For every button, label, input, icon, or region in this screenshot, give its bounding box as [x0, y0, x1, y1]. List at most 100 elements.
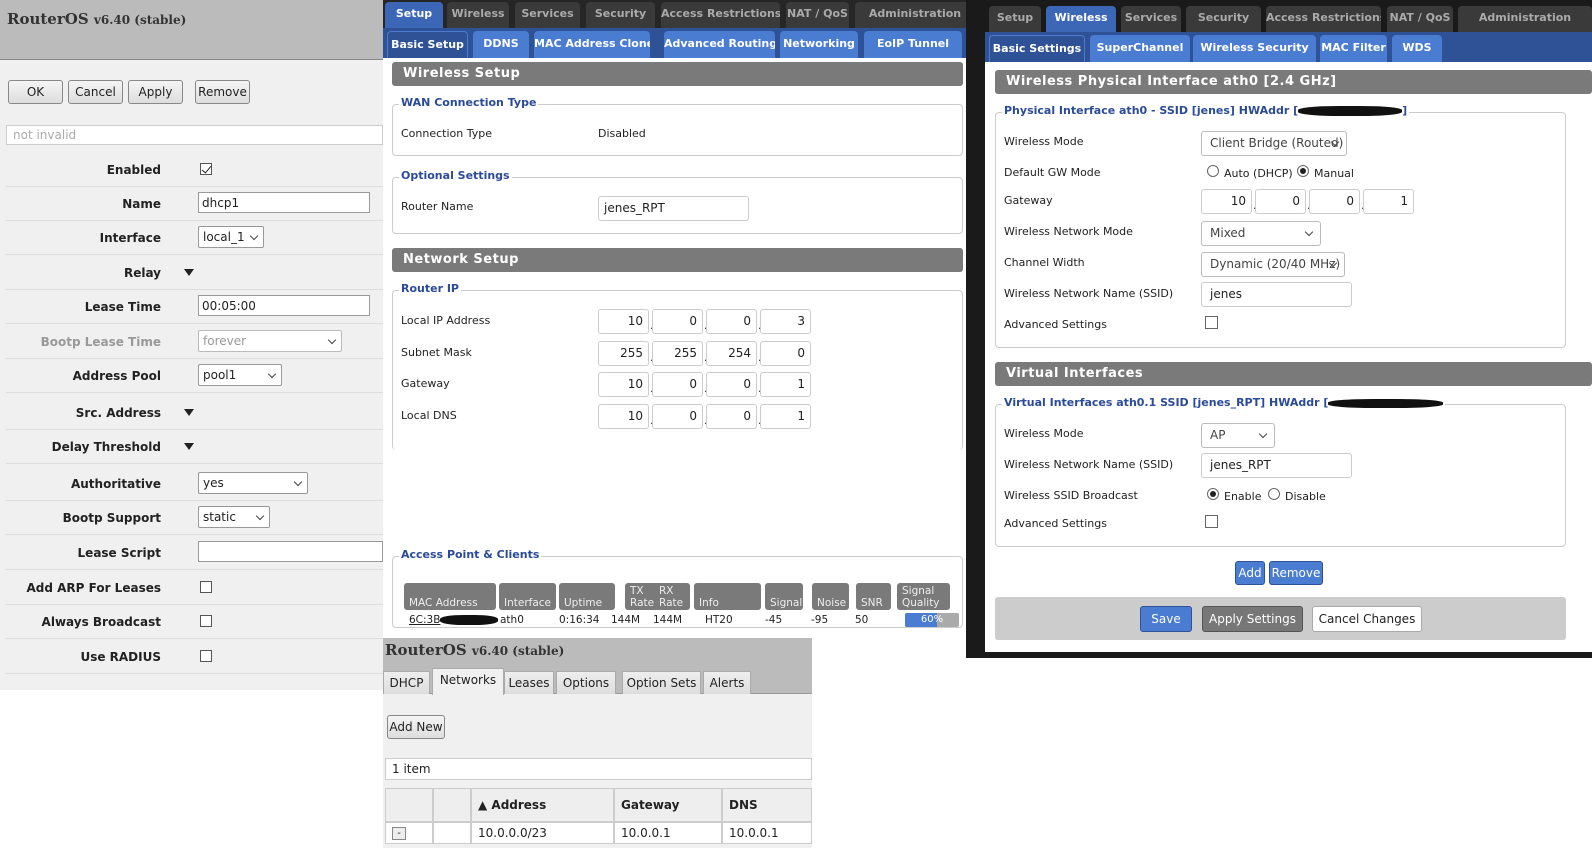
apply-button[interactable]: Apply [128, 80, 183, 104]
subtab-wireless-security[interactable]: Wireless Security [1193, 35, 1316, 62]
lease-time-input[interactable]: 00:05:00 [198, 295, 370, 316]
network-mode-select[interactable]: Mixed [1201, 221, 1321, 246]
tab-nat-qos[interactable]: NAT / QoS [1387, 6, 1453, 32]
add-virtual-interface-button[interactable]: Add [1235, 561, 1265, 585]
tab-alerts[interactable]: Alerts [703, 671, 751, 694]
local-dns-octet-4[interactable]: 1 [760, 403, 811, 429]
radio-label: Manual [1314, 167, 1354, 180]
legend-end: ] [1402, 104, 1408, 117]
local-dns-octet-2[interactable]: 0 [652, 403, 703, 429]
row-remove-button[interactable]: - [392, 827, 406, 840]
gateway-octet-2[interactable]: 0 [1255, 189, 1306, 214]
gw-manual-radio[interactable] [1297, 165, 1309, 177]
tab-leases[interactable]: Leases [504, 671, 554, 694]
gateway-octet-1[interactable]: 10 [598, 372, 649, 397]
subtab-eoip-tunnel[interactable]: EoIP Tunnel [864, 31, 962, 58]
tab-setup[interactable]: Setup [989, 6, 1041, 32]
virtual-advanced-checkbox[interactable] [1205, 515, 1218, 528]
subnet-mask-octet-1[interactable]: 255 [598, 340, 649, 366]
local-ip-address-octet-2[interactable]: 0 [652, 309, 703, 334]
wireless-mode-select[interactable]: Client Bridge (Routed) [1201, 131, 1347, 156]
tab-networks[interactable]: Networks [432, 668, 504, 695]
channel-width-select[interactable]: Dynamic (20/40 MHz) [1201, 252, 1345, 277]
tab-nat-qos[interactable]: NAT / QoS [786, 2, 849, 28]
local-ip-address-octet-3[interactable]: 0 [706, 309, 757, 334]
virtual-ssid-input[interactable]: jenes_RPT [1201, 453, 1352, 478]
subtab-basic-setup[interactable]: Basic Setup [387, 31, 468, 58]
use-radius-checkbox[interactable] [200, 650, 212, 662]
local-dns-octet-1[interactable]: 10 [598, 403, 649, 429]
subnet-mask-octet-2[interactable]: 255 [652, 340, 703, 366]
gateway-octet-4[interactable]: 1 [760, 372, 811, 397]
address-cell[interactable]: 10.0.0.0/23 [471, 822, 614, 844]
delay-threshold-expand-icon[interactable] [184, 443, 194, 450]
tab-wireless[interactable]: Wireless [447, 2, 509, 28]
virtual-mode-select[interactable]: AP [1201, 423, 1275, 448]
column-header-dns[interactable]: DNS Servers [722, 788, 812, 844]
gw-auto-radio[interactable] [1207, 165, 1219, 177]
cancel-button[interactable]: Cancel [68, 80, 123, 104]
add-new-button[interactable]: Add New [387, 715, 445, 739]
tab-services[interactable]: Services [515, 2, 580, 28]
redaction-scribble [1328, 398, 1444, 408]
tab-security[interactable]: Security [586, 2, 655, 28]
enabled-checkbox[interactable] [200, 163, 212, 175]
cancel-changes-button[interactable]: Cancel Changes [1312, 606, 1422, 632]
tab-options[interactable]: Options [556, 671, 616, 694]
tab-dhcp[interactable]: DHCP [383, 671, 430, 694]
interface-select[interactable]: local_1 [198, 226, 264, 248]
legend: WAN Connection Type [399, 96, 539, 109]
subtab-basic-settings[interactable]: Basic Settings [989, 35, 1085, 62]
local-dns-octet-3[interactable]: 0 [706, 403, 757, 429]
add-arp-for-leases-checkbox[interactable] [200, 581, 212, 593]
subtab-networking[interactable]: Networking [780, 31, 858, 58]
tab-administration[interactable]: Administration [1458, 6, 1592, 32]
tab-wireless[interactable]: Wireless [1046, 6, 1116, 32]
router-name-input[interactable]: jenes_RPT [598, 196, 749, 221]
relay-expand-icon[interactable] [184, 269, 194, 276]
subnet-mask-octet-3[interactable]: 254 [706, 340, 757, 366]
subtab-mac-filter[interactable]: MAC Filter [1320, 35, 1387, 62]
save-button[interactable]: Save [1140, 606, 1192, 632]
address-pool-select[interactable]: pool1 [198, 364, 282, 386]
tab-access-restrictions[interactable]: Access Restrictions [1266, 6, 1381, 32]
gateway-octet-3[interactable]: 0 [1309, 189, 1360, 214]
remove-button[interactable]: Remove [195, 80, 250, 104]
tab-services[interactable]: Services [1121, 6, 1181, 32]
field-label: Authoritative [70, 477, 161, 491]
ok-button[interactable]: OK [8, 80, 63, 104]
subnet-mask-octet-4[interactable]: 0 [760, 340, 811, 366]
ssid-input[interactable]: jenes [1201, 282, 1352, 307]
src-address-expand-icon[interactable] [184, 409, 194, 416]
bootp-support-select[interactable]: static [198, 506, 270, 528]
tab-option-sets[interactable]: Option Sets [622, 671, 701, 694]
tab-access-restrictions[interactable]: Access Restrictions [661, 2, 780, 28]
gateway-octet-3[interactable]: 0 [706, 372, 757, 397]
name-input[interactable]: dhcp1 [198, 192, 370, 213]
subtab-mac-address-clone[interactable]: MAC Address Clone [534, 31, 650, 58]
lease-time-control: 00:05:00 [198, 295, 370, 316]
gateway-octet-1[interactable]: 10 [1201, 189, 1252, 214]
local-ip-address-octet-1[interactable]: 10 [598, 309, 649, 334]
ssid-broadcast-enable-radio[interactable] [1207, 488, 1219, 500]
remove-virtual-interface-button[interactable]: Remove [1269, 561, 1323, 585]
tab-administration[interactable]: Administration [855, 2, 975, 28]
gateway-octet-4[interactable]: 1 [1363, 189, 1414, 214]
tab-security[interactable]: Security [1186, 6, 1261, 32]
authoritative-select[interactable]: yes [198, 472, 308, 494]
subtab-wds[interactable]: WDS [1392, 35, 1442, 62]
tab-setup[interactable]: Setup [385, 2, 443, 28]
column-header-address[interactable]: ▲ Address [471, 788, 614, 822]
subtab-advanced-routing[interactable]: Advanced Routing [664, 31, 775, 58]
local-ip-address-octet-4[interactable]: 3 [760, 309, 811, 334]
ap-cell-mac-address[interactable]: 6C:3B [409, 614, 499, 626]
column-header-gateway[interactable]: Gateway [614, 788, 722, 822]
advanced-settings-checkbox[interactable] [1205, 316, 1218, 329]
lease-script-input[interactable] [198, 541, 383, 562]
ssid-broadcast-disable-radio[interactable] [1268, 488, 1280, 500]
subtab-ddns[interactable]: DDNS [473, 31, 529, 58]
subtab-superchannel[interactable]: SuperChannel [1090, 35, 1190, 62]
gateway-octet-2[interactable]: 0 [652, 372, 703, 397]
apply-settings-button[interactable]: Apply Settings [1202, 606, 1303, 632]
always-broadcast-checkbox[interactable] [200, 615, 212, 627]
